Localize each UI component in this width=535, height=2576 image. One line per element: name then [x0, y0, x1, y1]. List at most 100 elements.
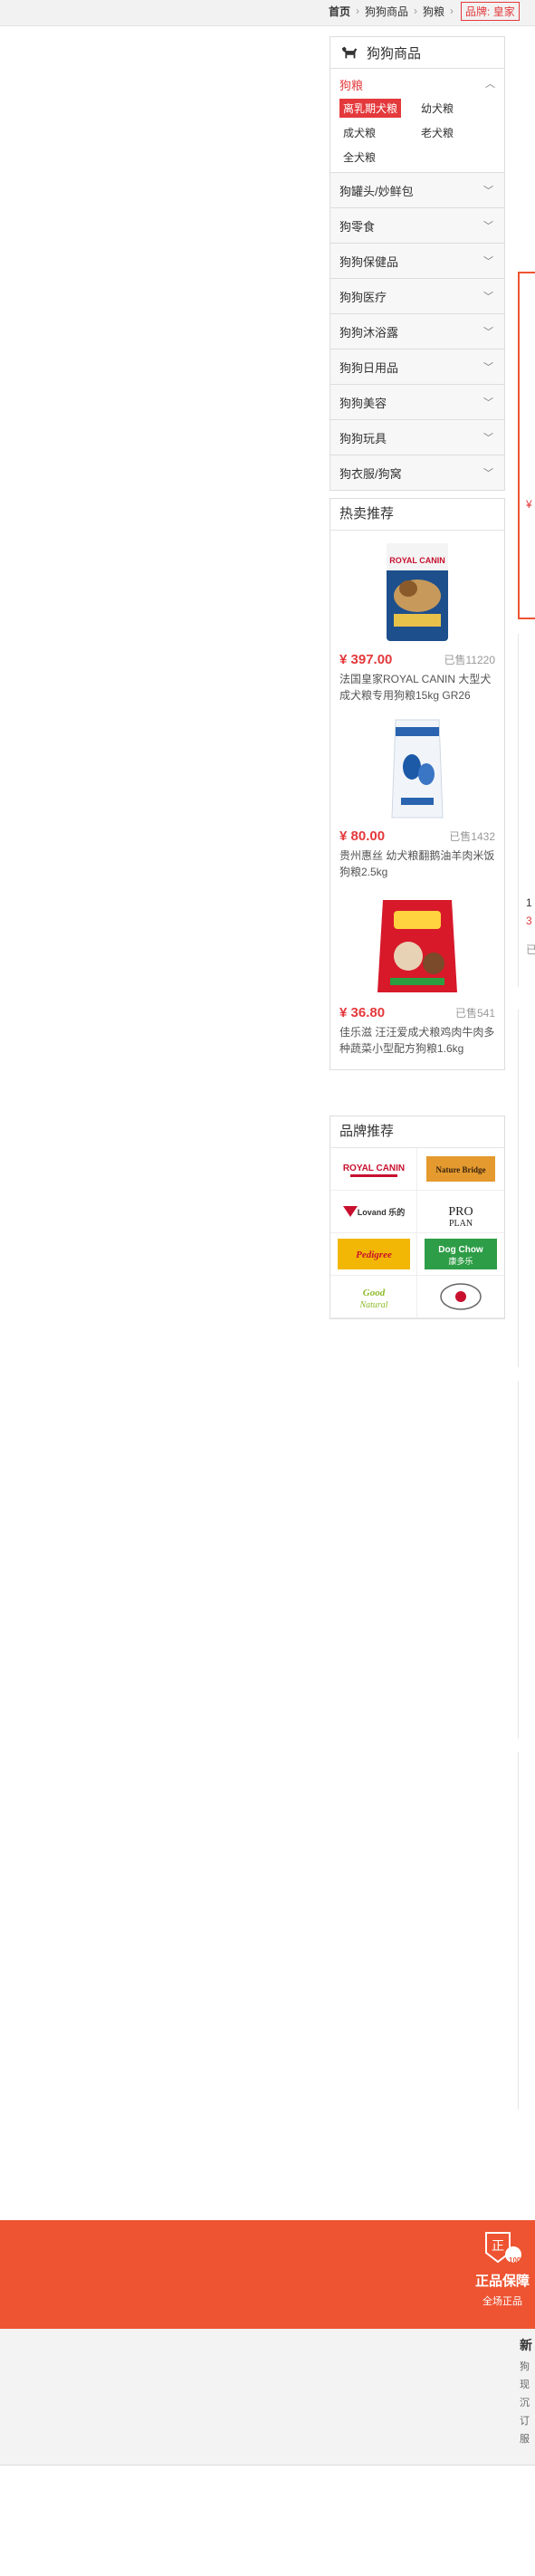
brand-logo-holistic[interactable] [417, 1276, 504, 1318]
holistic-logo [440, 1283, 482, 1310]
product-list-edge [518, 1752, 535, 2110]
guarantee-badge: 100% [509, 2256, 528, 2265]
category-group[interactable]: 狗衣服/狗窝 ﹀ [330, 455, 504, 490]
svg-text:Natural: Natural [358, 1300, 387, 1310]
help-link[interactable]: 狗 [520, 2358, 530, 2376]
category-panel: 狗狗商品 狗粮 ︿ 离乳期犬粮 幼犬粮 成犬粮 老犬粮 全犬粮 狗罐头/妙鲜包 ﹀… [330, 36, 505, 491]
category-group-label: 狗狗美容 [339, 396, 387, 410]
subcategory-item[interactable]: 幼犬粮 [417, 99, 457, 118]
product-list-edge [518, 272, 535, 619]
chevron-up-icon[interactable]: ︿ [485, 76, 495, 93]
footer-guarantee-band [0, 2220, 535, 2329]
chevron-down-icon: ﹀ [483, 256, 493, 267]
hot-item[interactable]: ¥ 36.80 已售541 佳乐滋 汪汪爱成犬粮鸡肉牛肉多种蔬菜小型配方狗粮1.… [330, 884, 504, 1060]
chevron-down-icon: ﹀ [483, 292, 493, 302]
product-list-edge [518, 634, 535, 987]
chevron-down-icon: ﹀ [483, 362, 493, 373]
svg-text:康多乐: 康多乐 [448, 1256, 473, 1267]
product-list-edge [518, 1381, 535, 1738]
product-name[interactable]: 贵州惠丝 幼犬粮翻鹅油羊肉米饭狗粮2.5kg [339, 847, 495, 880]
help-link[interactable]: 服 [520, 2430, 530, 2448]
product-name[interactable]: 佳乐滋 汪汪爱成犬粮鸡肉牛肉多种蔬菜小型配方狗粮1.6kg [339, 1024, 495, 1057]
chevron-down-icon: ﹀ [483, 221, 493, 232]
pro-plan-logo: PRO PLAN [448, 1205, 473, 1228]
svg-text:Dog Chow: Dog Chow [438, 1245, 483, 1255]
subcategory-item[interactable]: 成犬粮 [339, 123, 379, 142]
dog-chow-logo: Dog Chow 康多乐 [425, 1239, 497, 1269]
chevron-down-icon: ﹀ [483, 397, 493, 408]
product-image[interactable] [363, 891, 472, 1000]
brand-logo-royal-canin[interactable]: ROYAL CANIN [330, 1148, 417, 1191]
category-group-label: 狗狗医疗 [339, 290, 387, 304]
category-group[interactable]: 狗狗医疗 ﹀ [330, 279, 504, 314]
category-group[interactable]: 狗狗美容 ﹀ [330, 385, 504, 420]
product-sold-count: 已售11220 [444, 654, 495, 666]
category-group-label: 狗罐头/妙鲜包 [339, 184, 414, 198]
guarantee-title: 正品保障 [474, 2274, 530, 2289]
category-group-label: 狗狗保健品 [339, 254, 399, 269]
product-image[interactable]: ROYAL CANIN [363, 538, 472, 646]
category-header-title: 狗狗商品 [367, 45, 422, 62]
category-group-label: 狗狗沐浴露 [339, 325, 399, 340]
category-group[interactable]: 狗狗日用品 ﹀ [330, 350, 504, 385]
breadcrumb-level1[interactable]: 狗狗商品 [365, 4, 408, 19]
svg-text:正: 正 [492, 2239, 504, 2254]
brand-logo-dog-chow[interactable]: Dog Chow 康多乐 [417, 1233, 504, 1276]
hot-item[interactable]: ROYAL CANIN ¥ 397.00 已售11220 法国皇家ROYAL C… [330, 531, 504, 707]
lovand-logo: Lovand 乐的 [342, 1206, 405, 1217]
subcategory-item[interactable]: 离乳期犬粮 [339, 99, 402, 118]
brand-filter-tag[interactable]: 品牌: 皇家 [461, 1, 520, 21]
svg-text:PRO: PRO [448, 1205, 473, 1219]
hot-recommend-panel: 热卖推荐 ROYAL CANIN ¥ 397.00 已售11220 法国皇家RO… [330, 498, 505, 1070]
brand-recommend-panel: 品牌推荐 ROYAL CANIN Nature Bridge Lovand 乐的… [330, 1116, 505, 1319]
product-image[interactable] [363, 714, 472, 823]
category-group-open: 狗粮 ︿ 离乳期犬粮 幼犬粮 成犬粮 老犬粮 全犬粮 [330, 69, 504, 173]
product-list-edge [518, 1010, 535, 1367]
category-group-label: 狗狗玩具 [339, 431, 387, 445]
subcategory-item[interactable]: 老犬粮 [417, 123, 457, 142]
product-sold-count: 已售1432 [449, 830, 495, 843]
help-link[interactable]: 订 [520, 2412, 530, 2430]
hot-item[interactable]: ¥ 80.00 已售1432 贵州惠丝 幼犬粮翻鹅油羊肉米饭狗粮2.5kg [330, 707, 504, 884]
category-group-title[interactable]: 狗粮 [339, 76, 363, 93]
product-name[interactable]: 法国皇家ROYAL CANIN 大型犬成犬粮专用狗粮15kg GR26 [339, 671, 495, 704]
product-price: ¥ 397.00 [339, 652, 393, 667]
category-group[interactable]: 狗罐头/妙鲜包 ﹀ [330, 173, 504, 208]
breadcrumb-level2[interactable]: 狗粮 [423, 4, 444, 19]
help-link[interactable]: 现 [520, 2376, 530, 2394]
category-group[interactable]: 狗零食 ﹀ [330, 208, 504, 244]
brand-logo-good-natural[interactable]: Good Natural [330, 1276, 417, 1318]
subcategory-item[interactable]: 全犬粮 [339, 148, 379, 167]
chevron-right-icon: › [414, 5, 418, 17]
svg-text:PLAN: PLAN [449, 1219, 473, 1228]
brand-logo-lovand[interactable]: Lovand 乐的 [330, 1191, 417, 1233]
category-group[interactable]: 狗狗保健品 ﹀ [330, 244, 504, 279]
product-price: ¥ 80.00 [339, 828, 386, 844]
brand-logo-pedigree[interactable]: Pedigree [330, 1233, 417, 1276]
nature-bridge-logo: Nature Bridge [426, 1156, 495, 1182]
royal-canin-logo: ROYAL CANIN [342, 1164, 405, 1177]
text-fragment: 3 [526, 915, 532, 927]
text-fragment: 已 [526, 943, 535, 956]
breadcrumb: 首页 › 狗狗商品 › 狗粮 › 品牌: 皇家 [329, 0, 520, 22]
chevron-right-icon: › [450, 5, 454, 17]
good-natural-logo: Good Natural [358, 1288, 387, 1310]
category-header: 狗狗商品 [330, 37, 504, 69]
brand-logo-pro-plan[interactable]: PRO PLAN [417, 1191, 504, 1233]
product-sold-count: 已售541 [454, 1007, 495, 1020]
help-title: 新 [520, 2338, 532, 2352]
brand-recommend-title: 品牌推荐 [330, 1116, 504, 1148]
pedigree-logo: Pedigree [337, 1239, 410, 1269]
category-group[interactable]: 狗狗沐浴露 ﹀ [330, 314, 504, 350]
guarantee-block: 正 100% 正品保障 全场正品 [462, 2229, 535, 2308]
help-link[interactable]: 沉 [520, 2394, 530, 2412]
brand-logo-nature-bridge[interactable]: Nature Bridge [417, 1148, 504, 1191]
guarantee-subtitle: 全场正品 [482, 2296, 522, 2307]
category-group[interactable]: 狗狗玩具 ﹀ [330, 420, 504, 455]
breadcrumb-home[interactable]: 首页 [329, 4, 350, 19]
svg-text:Pedigree: Pedigree [356, 1250, 392, 1260]
svg-text:Good: Good [362, 1288, 385, 1298]
product-price: ¥ 36.80 [339, 1005, 386, 1020]
chevron-down-icon: ﹀ [483, 433, 493, 444]
text-fragment: 1 [526, 896, 532, 909]
